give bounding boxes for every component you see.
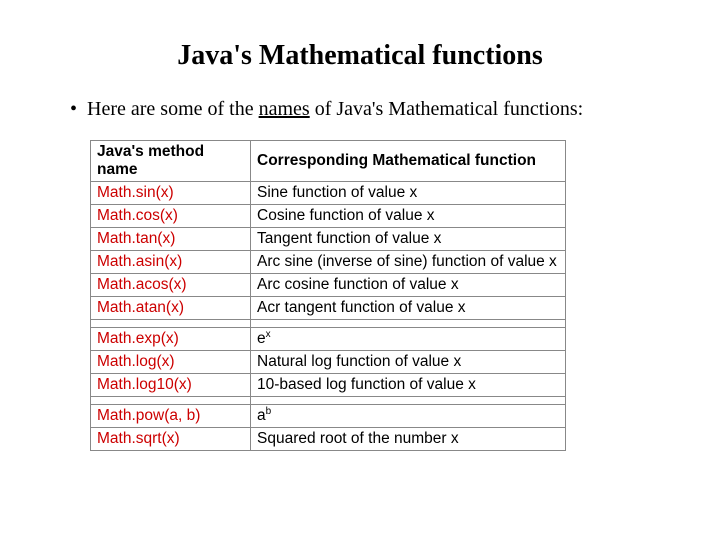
desc-cell: Acr tangent function of value x <box>251 297 566 320</box>
table-row: Math.atan(x) Acr tangent function of val… <box>91 297 566 320</box>
desc-sup: b <box>266 406 272 417</box>
table-header-row: Java's method name Corresponding Mathema… <box>91 141 566 182</box>
intro-after: of Java's Mathematical functions: <box>310 98 584 120</box>
desc-cell: Natural log function of value x <box>251 351 566 374</box>
method-cell: Math.log(x) <box>91 351 251 374</box>
desc-base: e <box>257 330 266 347</box>
method-cell: Math.tan(x) <box>91 228 251 251</box>
header-method: Java's method name <box>91 141 251 182</box>
desc-cell: Cosine function of value x <box>251 205 566 228</box>
desc-cell: Arc cosine function of value x <box>251 274 566 297</box>
table-spacer <box>91 320 566 328</box>
desc-cell: ex <box>251 328 566 351</box>
intro-underlined: names <box>259 98 310 120</box>
desc-cell: Sine function of value x <box>251 182 566 205</box>
table-row: Math.asin(x) Arc sine (inverse of sine) … <box>91 251 566 274</box>
method-cell: Math.sqrt(x) <box>91 428 251 451</box>
method-cell: Math.atan(x) <box>91 297 251 320</box>
method-cell: Math.acos(x) <box>91 274 251 297</box>
method-cell: Math.asin(x) <box>91 251 251 274</box>
table-row: Math.log(x) Natural log function of valu… <box>91 351 566 374</box>
desc-base: a <box>257 407 266 424</box>
desc-cell: ab <box>251 405 566 428</box>
intro-before: Here are some of the <box>87 98 259 120</box>
method-cell: Math.cos(x) <box>91 205 251 228</box>
table-row: Math.exp(x) ex <box>91 328 566 351</box>
method-cell: Math.log10(x) <box>91 374 251 397</box>
desc-cell: Arc sine (inverse of sine) function of v… <box>251 251 566 274</box>
table-row: Math.cos(x) Cosine function of value x <box>91 205 566 228</box>
table-row: Math.pow(a, b) ab <box>91 405 566 428</box>
functions-table: Java's method name Corresponding Mathema… <box>90 140 566 451</box>
method-cell: Math.sin(x) <box>91 182 251 205</box>
intro-text: Here are some of the names of Java's Mat… <box>87 96 583 122</box>
intro-bullet: • Here are some of the names of Java's M… <box>50 96 670 122</box>
table-row: Math.sqrt(x) Squared root of the number … <box>91 428 566 451</box>
table-spacer <box>91 397 566 405</box>
desc-cell: Squared root of the number x <box>251 428 566 451</box>
table-row: Math.log10(x) 10-based log function of v… <box>91 374 566 397</box>
desc-sup: x <box>266 329 271 340</box>
page-title: Java's Mathematical functions <box>50 40 670 72</box>
desc-cell: Tangent function of value x <box>251 228 566 251</box>
table-row: Math.tan(x) Tangent function of value x <box>91 228 566 251</box>
method-cell: Math.pow(a, b) <box>91 405 251 428</box>
bullet-icon: • <box>70 96 77 122</box>
desc-cell: 10-based log function of value x <box>251 374 566 397</box>
table-row: Math.sin(x) Sine function of value x <box>91 182 566 205</box>
header-desc: Corresponding Mathematical function <box>251 141 566 182</box>
table-row: Math.acos(x) Arc cosine function of valu… <box>91 274 566 297</box>
method-cell: Math.exp(x) <box>91 328 251 351</box>
